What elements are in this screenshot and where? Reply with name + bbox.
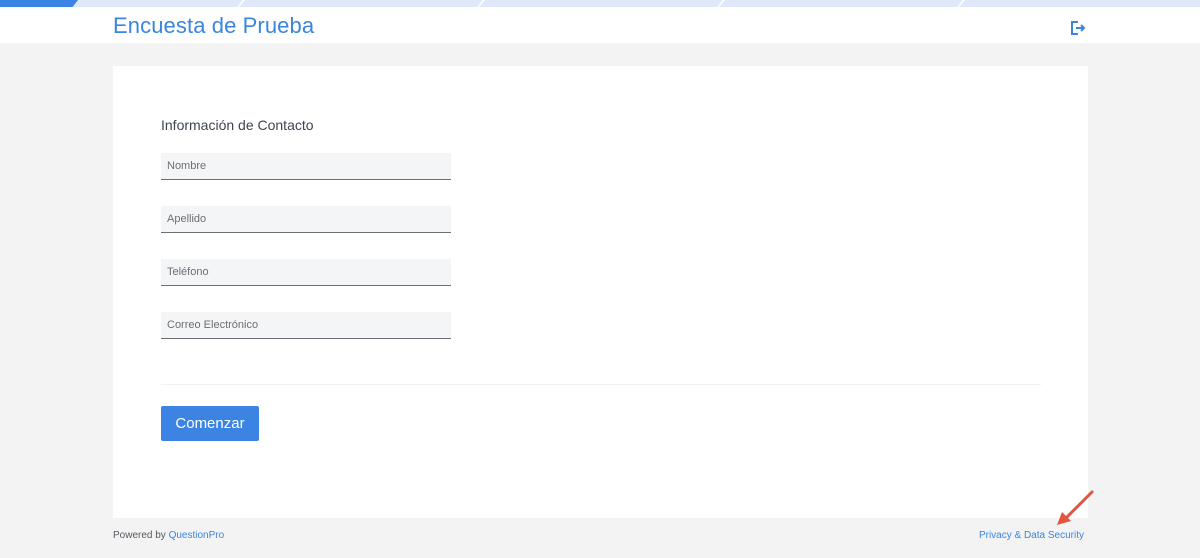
privacy-link[interactable]: Privacy & Data Security xyxy=(979,530,1084,541)
section-title: Información de Contacto xyxy=(161,117,314,133)
first-name-field[interactable] xyxy=(161,153,451,180)
progress-bar-fill xyxy=(0,0,78,7)
survey-header: Encuesta de Prueba xyxy=(0,7,1200,43)
start-button[interactable]: Comenzar xyxy=(161,406,259,441)
phone-field[interactable] xyxy=(161,259,451,286)
exit-icon xyxy=(1071,21,1086,35)
red-arrow-icon xyxy=(1057,490,1094,525)
divider xyxy=(161,384,1041,385)
first-name-input[interactable] xyxy=(161,153,451,179)
survey-title: Encuesta de Prueba xyxy=(113,13,315,38)
progress-separator xyxy=(477,0,485,7)
last-name-input[interactable] xyxy=(161,206,451,232)
progress-separator xyxy=(717,0,725,7)
progress-bar xyxy=(0,0,1200,7)
progress-separator xyxy=(957,0,965,7)
email-field[interactable] xyxy=(161,312,451,339)
email-input[interactable] xyxy=(161,312,451,338)
last-name-field[interactable] xyxy=(161,206,451,233)
powered-by-text: Powered by QuestionPro xyxy=(113,530,224,541)
powered-by-label: Powered by xyxy=(113,530,166,541)
exit-button[interactable] xyxy=(1068,19,1088,37)
survey-card: Información de Contacto Comenzar xyxy=(113,66,1088,518)
progress-separator xyxy=(237,0,245,7)
questionpro-link[interactable]: QuestionPro xyxy=(169,530,225,541)
phone-input[interactable] xyxy=(161,259,451,285)
